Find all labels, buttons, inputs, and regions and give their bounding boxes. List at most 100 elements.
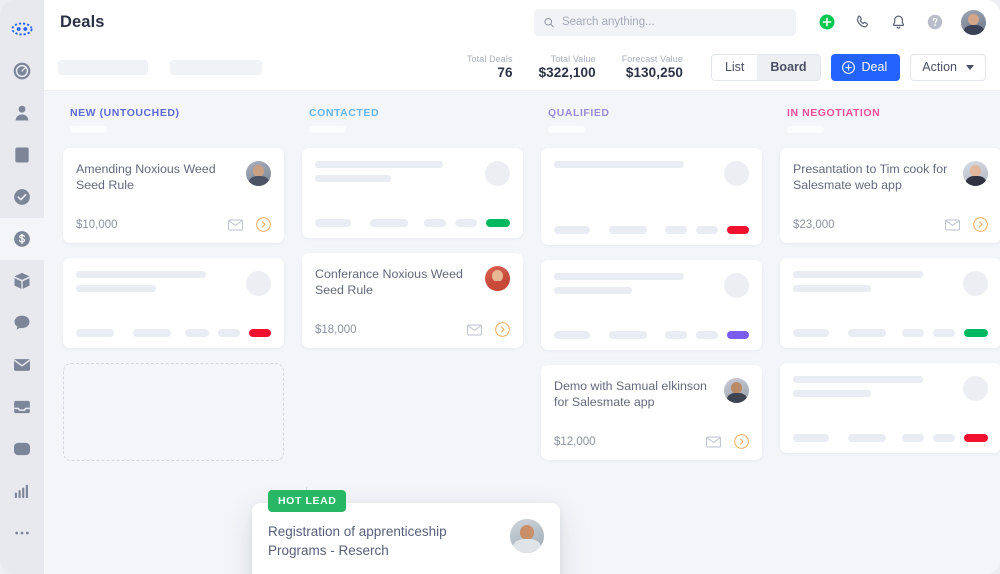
view-toggle-list[interactable]: List [711, 54, 758, 80]
envelope-icon [14, 359, 30, 371]
sidebar-item-email[interactable] [0, 344, 44, 386]
avatar-face [961, 9, 986, 35]
avatar-placeholder [485, 161, 510, 186]
lightning-icon [14, 442, 30, 456]
sidebar-item-contacts[interactable] [0, 92, 44, 134]
deal-card-placeholder[interactable] [780, 363, 1000, 453]
filter-placeholder-1[interactable] [58, 59, 148, 75]
deal-card-placeholder[interactable] [780, 258, 1000, 348]
help-button[interactable] [925, 13, 944, 32]
envelope-icon[interactable] [945, 218, 960, 231]
filter-placeholder-2[interactable] [170, 59, 262, 75]
envelope-icon[interactable] [228, 218, 243, 231]
card-footer: $12,000 [554, 434, 749, 449]
card-footer: $18,000 [315, 322, 510, 337]
title-placeholder [554, 273, 716, 294]
chevron-right-circle-icon[interactable] [973, 217, 988, 232]
phone-icon [856, 15, 869, 28]
notifications-button[interactable] [889, 13, 908, 32]
help-circle-icon [927, 14, 942, 30]
check-circle-icon [14, 189, 30, 205]
hot-lead-badge: HOT LEAD [268, 490, 347, 512]
sidebar-item-companies[interactable] [0, 134, 44, 176]
card-footer [793, 434, 988, 442]
drop-zone[interactable] [63, 363, 284, 461]
search-box[interactable] [534, 8, 796, 36]
bell-icon [892, 15, 905, 29]
call-button[interactable] [853, 13, 872, 32]
view-toggle-board[interactable]: Board [757, 54, 820, 80]
card-header: Demo with Samual elkinson for Salesmate … [554, 378, 749, 414]
ellipsis-icon [15, 531, 29, 535]
card-header [76, 271, 271, 307]
sidebar-item-chat[interactable] [0, 302, 44, 344]
stat-label: Forecast Value [621, 54, 683, 64]
app-logo[interactable] [0, 8, 44, 50]
deal-title: Presantation to Tim cook for Salesmate w… [793, 162, 948, 192]
dragged-deal-card[interactable]: HOT LEAD Registration of apprenticeship … [252, 490, 560, 574]
card-footer [554, 331, 749, 339]
column-count-placeholder [787, 126, 824, 133]
sidebar-item-activities[interactable] [0, 176, 44, 218]
chevron-right-circle-icon[interactable] [734, 434, 749, 449]
page-title: Deals [60, 12, 105, 31]
deal-card-placeholder[interactable] [302, 148, 523, 238]
sidebar-item-more[interactable] [0, 512, 44, 554]
contact-avatar[interactable] [963, 161, 988, 186]
stat-label: Total Deals [466, 54, 513, 64]
column-count-placeholder [309, 126, 346, 133]
deal-title: Demo with Samual elkinson for Salesmate … [554, 379, 707, 409]
deal-card-placeholder[interactable] [541, 148, 762, 245]
card-header: Presantation to Tim cook for Salesmate w… [793, 161, 988, 197]
avatar-face [246, 161, 271, 186]
card-actions [945, 217, 988, 232]
card-actions [228, 217, 271, 232]
chevron-right-circle-icon[interactable] [495, 322, 510, 337]
add-deal-button[interactable]: Deal [830, 53, 901, 81]
top-header: Deals [44, 0, 1000, 44]
sidebar-item-deals[interactable] [0, 218, 44, 260]
contact-avatar[interactable] [724, 378, 749, 403]
envelope-icon[interactable] [706, 435, 721, 448]
person-icon [15, 105, 29, 121]
column-header: NEW (UNTOUCHED) [63, 107, 284, 133]
sidebar-item-automation[interactable] [0, 428, 44, 470]
avatar-placeholder [963, 271, 988, 296]
stat-value: $130,250 [625, 65, 683, 80]
deal-card[interactable]: Demo with Samual elkinson for Salesmate … [541, 365, 762, 460]
deal-card-placeholder[interactable] [541, 260, 762, 350]
sidebar-item-dashboard[interactable] [0, 50, 44, 92]
add-deal-label: Deal [861, 60, 888, 74]
contact-avatar[interactable] [510, 519, 544, 553]
speedometer-icon [13, 62, 31, 80]
add-button[interactable] [817, 13, 836, 32]
card-footer [315, 219, 510, 227]
avatar-placeholder [246, 271, 271, 296]
user-avatar[interactable] [961, 9, 986, 35]
contact-avatar[interactable] [485, 266, 510, 291]
sidebar-item-products[interactable] [0, 260, 44, 302]
action-button[interactable]: Action [910, 53, 986, 81]
deal-title: Registration of apprenticeship Programs … [268, 524, 447, 558]
sidebar-item-reports[interactable] [0, 470, 44, 512]
search-input[interactable] [561, 16, 787, 28]
title-placeholder [315, 161, 477, 182]
deal-card[interactable]: Presantation to Tim cook for Salesmate w… [780, 148, 1000, 243]
chevron-right-circle-icon[interactable] [256, 217, 271, 232]
envelope-icon[interactable] [467, 323, 482, 336]
card-header: Registration of apprenticeship Programs … [268, 519, 544, 560]
box-icon [14, 272, 30, 289]
deal-card[interactable]: Conferance Noxious Weed Seed Rule $18,00… [302, 253, 523, 348]
status-pill [727, 331, 749, 339]
sidebar-item-inbox[interactable] [0, 386, 44, 428]
avatar-face [510, 519, 544, 553]
contact-avatar[interactable] [246, 161, 271, 186]
salesmate-logo-icon [11, 22, 33, 36]
status-pill [727, 226, 749, 234]
app-window: Deals Search anything... Total Deals 76 … [0, 0, 1000, 574]
card-footer: $23,000 [793, 217, 988, 232]
deal-amount: $10,000 [76, 218, 118, 231]
deal-card[interactable]: Amending Noxious Weed Seed Rule $10,000 [63, 148, 284, 243]
column-title: IN NEGOTIATION [787, 107, 881, 119]
deal-card-placeholder[interactable] [63, 258, 284, 348]
